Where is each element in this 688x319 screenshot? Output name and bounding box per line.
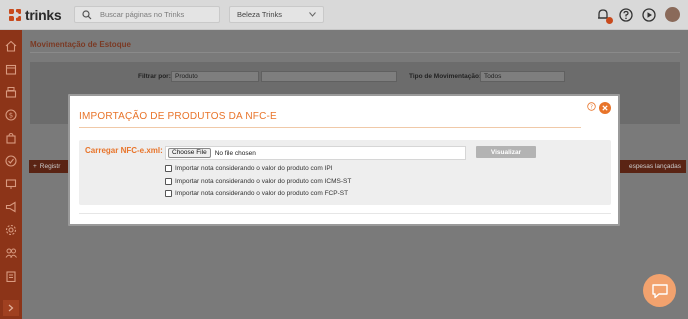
chat-button[interactable]	[643, 274, 676, 307]
plus-icon: +	[33, 163, 37, 170]
file-status: No file chosen	[214, 149, 256, 157]
unit-select-value: Beleza Trinks	[237, 10, 283, 19]
option-ipi[interactable]: Importar nota considerando o valor do pr…	[165, 165, 333, 172]
upload-panel: Carregar NFC-e.xml: Choose File No file …	[79, 140, 611, 205]
sidebar-expand-button[interactable]	[3, 300, 19, 316]
modal-title-divider	[79, 127, 581, 128]
filter-by-label: Filtrar por:	[138, 73, 171, 80]
movement-type-label: Tipo de Movimentação:	[409, 73, 482, 80]
page-title: Movimentação de Estoque	[30, 40, 131, 49]
avatar[interactable]	[665, 7, 680, 22]
logo[interactable]: trinks	[9, 7, 62, 23]
preview-button[interactable]: Visualizar	[476, 146, 536, 158]
register-button-label: Registr	[39, 163, 61, 170]
logo-icon	[9, 8, 22, 22]
top-bar: trinks Buscar páginas no Trinks Beleza T…	[0, 0, 688, 30]
top-icons	[596, 7, 680, 24]
help-icon[interactable]: ?	[587, 102, 596, 111]
play-icon[interactable]	[642, 7, 656, 22]
home-icon[interactable]	[5, 40, 17, 52]
despesas-button-label: espesas lançadas	[628, 163, 681, 170]
close-button[interactable]	[599, 102, 611, 114]
despesas-button[interactable]: espesas lançadas	[618, 160, 686, 173]
modal-footer-divider	[79, 213, 611, 214]
bag-icon[interactable]	[5, 132, 17, 144]
notification-badge	[606, 16, 613, 24]
choose-file-button[interactable]: Choose File	[168, 148, 211, 158]
option-fcp-st-checkbox[interactable]	[165, 190, 172, 197]
chevron-down-icon	[309, 12, 316, 17]
movement-type-select[interactable]: Todos	[480, 71, 565, 82]
option-icms-st-label: Importar nota considerando o valor do pr…	[175, 178, 352, 185]
logo-text: trinks	[25, 7, 62, 23]
notification-icon[interactable]	[596, 8, 613, 24]
svg-text:$: $	[9, 112, 13, 120]
option-icms-st-checkbox[interactable]	[165, 178, 172, 185]
close-icon	[602, 105, 608, 111]
sidebar: $	[0, 30, 22, 319]
modal-title: IMPORTAÇÃO DE PRODUTOS DA NFC-E	[79, 111, 277, 122]
check-icon[interactable]	[5, 155, 17, 167]
option-ipi-label: Importar nota considerando o valor do pr…	[175, 165, 333, 172]
users-icon[interactable]	[5, 247, 17, 259]
chevron-right-icon	[8, 304, 14, 312]
option-fcp-st[interactable]: Importar nota considerando o valor do pr…	[165, 190, 348, 197]
chat-icon	[651, 283, 668, 298]
filter-by-select[interactable]: Produto	[171, 71, 259, 82]
calendar-icon[interactable]	[5, 63, 17, 75]
megaphone-icon[interactable]	[5, 201, 17, 213]
option-ipi-checkbox[interactable]	[165, 165, 172, 172]
svg-text:?: ?	[590, 105, 593, 111]
cash-register-icon[interactable]	[5, 86, 17, 98]
unit-select[interactable]: Beleza Trinks	[229, 6, 324, 23]
monitor-icon[interactable]	[5, 178, 17, 190]
divider	[30, 52, 680, 53]
search-icon	[82, 9, 92, 19]
search-placeholder: Buscar páginas no Trinks	[100, 10, 185, 19]
clipboard-icon[interactable]	[5, 270, 17, 282]
option-fcp-st-label: Importar nota considerando o valor do pr…	[175, 190, 349, 197]
upload-label: Carregar NFC-e.xml:	[85, 146, 163, 155]
help-icon[interactable]	[619, 7, 633, 22]
search-input[interactable]: Buscar páginas no Trinks	[74, 6, 220, 23]
dollar-icon[interactable]: $	[5, 109, 17, 121]
import-modal: IMPORTAÇÃO DE PRODUTOS DA NFC-E ? Carreg…	[68, 94, 620, 226]
gear-icon[interactable]	[5, 224, 17, 236]
filter-value-input[interactable]	[261, 71, 397, 82]
file-input[interactable]: Choose File No file chosen	[165, 146, 466, 160]
option-icms-st[interactable]: Importar nota considerando o valor do pr…	[165, 178, 351, 185]
